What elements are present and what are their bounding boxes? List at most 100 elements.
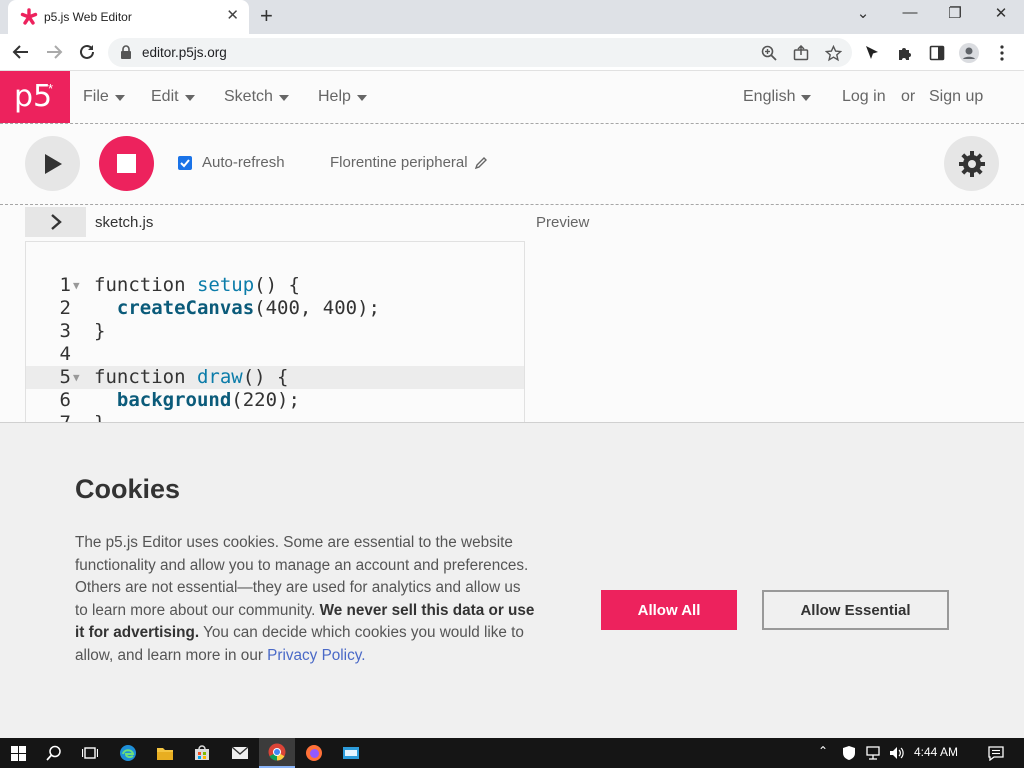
auto-refresh-toggle[interactable]: Auto-refresh (178, 154, 285, 171)
sketch-menu[interactable]: Sketch (224, 88, 289, 106)
zoom-icon[interactable] (760, 44, 778, 62)
file-name[interactable]: sketch.js (95, 214, 153, 231)
language-menu[interactable]: English (743, 88, 812, 106)
checkmark-icon (180, 158, 190, 167)
sketch-menu-label: Sketch (224, 88, 273, 105)
p5-nav-bar: p5 * File Edit Sketch Help English Log i… (0, 71, 1024, 124)
cookie-title: Cookies (75, 474, 181, 504)
play-icon (44, 153, 62, 174)
close-tab-icon[interactable]: ✕ (226, 8, 239, 24)
notifications-icon[interactable] (978, 738, 1014, 768)
new-tab-icon[interactable]: + (260, 5, 273, 27)
address-bar[interactable]: editor.p5js.org (108, 38, 852, 67)
p5-logo[interactable]: p5 * (0, 71, 70, 123)
store-icon[interactable] (184, 738, 220, 768)
cookie-description: The p5.js Editor uses cookies. Some are … (75, 532, 535, 668)
code-rest: (400, 400); (254, 297, 381, 319)
play-button[interactable] (25, 136, 80, 191)
forward-icon[interactable] (43, 41, 65, 63)
settings-button[interactable] (944, 136, 999, 191)
cookie-banner: Cookies The p5.js Editor uses cookies. S… (0, 422, 1024, 738)
code-rest: () { (242, 366, 289, 388)
app-window-icon[interactable] (333, 738, 369, 768)
gear-icon (958, 150, 985, 177)
auto-refresh-checkbox[interactable] (178, 155, 192, 170)
chevron-down-icon (114, 95, 125, 101)
reload-icon[interactable] (76, 41, 98, 63)
sketch-name[interactable]: Florentine peripheral (330, 154, 488, 171)
volume-icon[interactable] (886, 738, 908, 768)
privacy-policy-link[interactable]: Privacy Policy. (267, 647, 365, 664)
stop-button[interactable] (99, 136, 154, 191)
login-link[interactable]: Log in (842, 88, 886, 106)
cursor-extension-icon[interactable] (862, 43, 882, 63)
lock-icon (121, 45, 131, 59)
sketch-name-text: Florentine peripheral (330, 154, 468, 171)
profile-avatar-icon[interactable] (959, 43, 979, 63)
chrome-icon[interactable] (259, 738, 295, 768)
help-menu[interactable]: Help (318, 88, 367, 106)
auto-refresh-label: Auto-refresh (202, 154, 285, 171)
code-editor[interactable]: 1 ▼ function setup() { 2 createCanvas(40… (25, 241, 525, 423)
edit-menu-label: Edit (151, 88, 179, 105)
tray-chevron-up-icon[interactable]: ⌃ (818, 744, 828, 758)
search-icon[interactable] (36, 738, 72, 768)
share-icon[interactable] (792, 44, 810, 62)
back-icon[interactable] (10, 41, 32, 63)
builtin-call: background (116, 389, 232, 411)
keyword: function (94, 274, 197, 296)
fold-arrow-icon[interactable]: ▼ (73, 274, 80, 297)
preview-label: Preview (536, 214, 590, 231)
builtin-call: createCanvas (116, 297, 255, 319)
function-name: draw (196, 366, 243, 388)
code-rest: () { (254, 274, 300, 296)
sidebar-toggle-button[interactable] (25, 207, 86, 237)
fold-arrow-icon[interactable]: ▼ (73, 366, 80, 389)
clock[interactable]: 4:44 AM (914, 745, 958, 759)
code-text: background(220); (94, 389, 300, 412)
file-menu-label: File (83, 88, 109, 105)
tab-search-icon[interactable]: ⌄ (848, 4, 878, 22)
browser-menu-icon[interactable] (992, 43, 1012, 63)
code-rest: (220); (231, 389, 300, 411)
file-menu[interactable]: File (83, 88, 125, 106)
code-text: function setup() { (94, 274, 300, 297)
firefox-icon[interactable] (296, 738, 332, 768)
network-icon[interactable] (862, 738, 884, 768)
bookmark-star-icon[interactable] (824, 44, 842, 62)
code-line: 4 (26, 343, 524, 366)
line-number: 2 (59, 297, 71, 319)
restore-icon[interactable]: ❐ (940, 4, 970, 22)
chevron-right-icon (50, 214, 62, 230)
code-text: function draw() { (94, 366, 288, 389)
allow-essential-button[interactable]: Allow Essential (762, 590, 949, 630)
extensions-puzzle-icon[interactable] (895, 43, 915, 63)
minimize-icon[interactable]: — (895, 4, 925, 21)
signup-link[interactable]: Sign up (929, 88, 983, 106)
logo-text: p5 (14, 79, 53, 114)
pencil-icon[interactable] (474, 156, 488, 170)
windows-start-icon[interactable] (0, 738, 36, 768)
tab-title: p5.js Web Editor (44, 10, 132, 24)
chevron-down-icon (356, 95, 367, 101)
security-shield-icon[interactable] (838, 738, 860, 768)
or-text: or (901, 88, 916, 105)
line-number: 6 (59, 389, 71, 411)
edge-browser-icon[interactable] (110, 738, 146, 768)
side-panel-icon[interactable] (927, 43, 947, 63)
chevron-down-icon (184, 95, 195, 101)
p5-asterisk-icon (20, 8, 38, 25)
chevron-down-icon (801, 95, 812, 101)
browser-tab[interactable]: p5.js Web Editor ✕ (8, 0, 249, 34)
file-explorer-icon[interactable] (147, 738, 183, 768)
help-menu-label: Help (318, 88, 351, 105)
edit-menu[interactable]: Edit (151, 88, 195, 106)
mail-icon[interactable] (222, 738, 258, 768)
task-view-icon[interactable] (72, 738, 108, 768)
code-line: 6 background(220); (26, 389, 524, 412)
close-window-icon[interactable]: ✕ (986, 4, 1016, 22)
allow-all-button[interactable]: Allow All (601, 590, 737, 630)
code-line-active: 5 ▼ function draw() { (26, 366, 524, 389)
function-name: setup (196, 274, 255, 296)
